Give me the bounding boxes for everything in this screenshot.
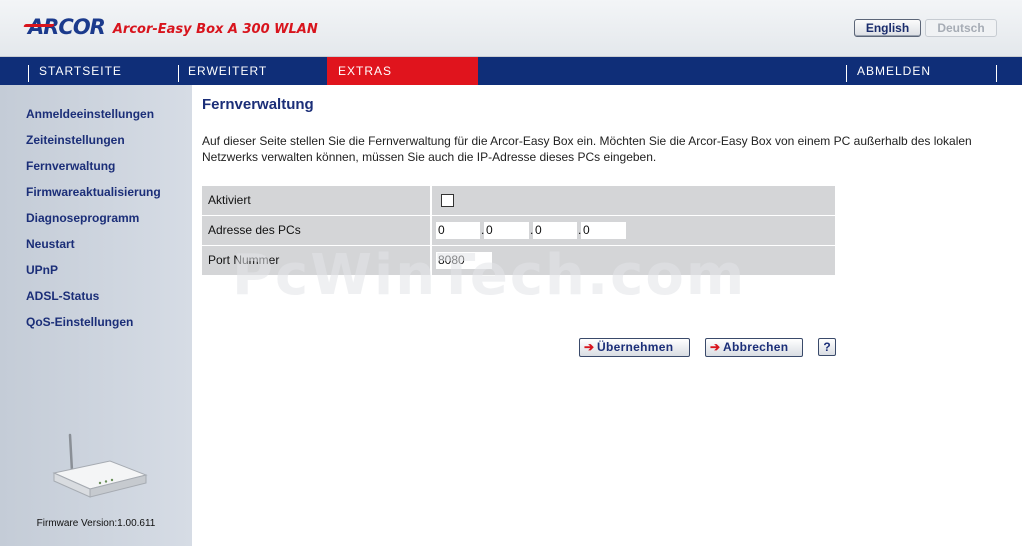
deutsch-button[interactable]: Deutsch bbox=[925, 19, 997, 37]
router-image bbox=[52, 433, 148, 498]
arcor-logo: ARCOR Arcor-Easy Box A 300 WLAN bbox=[23, 15, 318, 39]
nav-abmelden[interactable]: ABMELDEN bbox=[846, 57, 996, 85]
nav-erweitert[interactable]: ERWEITERT bbox=[177, 57, 327, 85]
table-row: Adresse des PCs 0 . 0 . 0 . 0 bbox=[202, 216, 835, 246]
page-description: Auf dieser Seite stellen Sie die Fernver… bbox=[202, 134, 972, 164]
adresse-label: Adresse des PCs bbox=[202, 216, 430, 245]
sidebar-item-firmwareaktualisierung[interactable]: Firmwareaktualisierung bbox=[26, 185, 161, 199]
ip-octet-1-input[interactable]: 0 bbox=[436, 222, 480, 239]
sidebar-item-zeiteinstellungen[interactable]: Zeiteinstellungen bbox=[26, 133, 125, 147]
header: ARCOR Arcor-Easy Box A 300 WLAN English … bbox=[0, 0, 1022, 57]
sidebar-item-neustart[interactable]: Neustart bbox=[26, 237, 75, 251]
sidebar-item-diagnoseprogramm[interactable]: Diagnoseprogramm bbox=[26, 211, 139, 225]
main-content: Fernverwaltung Auf dieser Seite stellen … bbox=[192, 85, 1022, 546]
apply-button-label: Übernehmen bbox=[597, 340, 674, 354]
port-input[interactable]: 8080 bbox=[436, 252, 492, 269]
table-row: Port Nummer 8080 bbox=[202, 246, 835, 276]
sidebar-item-upnp[interactable]: UPnP bbox=[26, 263, 58, 277]
settings-table: Aktiviert Adresse des PCs 0 . 0 . 0 . 0 … bbox=[202, 186, 835, 276]
nav-separator bbox=[996, 65, 997, 82]
product-name: Arcor-Easy Box A 300 WLAN bbox=[112, 21, 318, 37]
ip-octet-2-input[interactable]: 0 bbox=[484, 222, 529, 239]
aktiviert-cell bbox=[432, 186, 835, 215]
english-button[interactable]: English bbox=[854, 19, 921, 37]
main-nav: STARTSEITE ERWEITERT EXTRAS ABMELDEN bbox=[0, 57, 1022, 85]
logo-wordmark: ARCOR bbox=[23, 15, 106, 39]
sidebar-item-anmeldeeinstellungen[interactable]: Anmeldeeinstellungen bbox=[26, 107, 154, 121]
cancel-button[interactable]: ➔ Abbrechen bbox=[705, 338, 803, 357]
aktiviert-label: Aktiviert bbox=[202, 186, 430, 215]
ip-octet-3-input[interactable]: 0 bbox=[533, 222, 577, 239]
arrow-right-icon: ➔ bbox=[710, 340, 721, 354]
sidebar: Anmeldeeinstellungen Zeiteinstellungen F… bbox=[0, 85, 192, 546]
adresse-cell: 0 . 0 . 0 . 0 bbox=[432, 216, 835, 245]
nav-startseite[interactable]: STARTSEITE bbox=[28, 57, 177, 85]
logo-swoosh bbox=[23, 24, 55, 27]
table-row: Aktiviert bbox=[202, 186, 835, 216]
sidebar-item-qos-einstellungen[interactable]: QoS-Einstellungen bbox=[26, 315, 133, 329]
aktiviert-checkbox[interactable] bbox=[441, 194, 454, 207]
firmware-version: Firmware Version:1.00.611 bbox=[36, 518, 156, 529]
arrow-right-icon: ➔ bbox=[584, 340, 595, 354]
nav-extras[interactable]: EXTRAS bbox=[327, 57, 478, 85]
sidebar-item-fernverwaltung[interactable]: Fernverwaltung bbox=[26, 159, 115, 173]
apply-button[interactable]: ➔ Übernehmen bbox=[579, 338, 690, 357]
ip-octet-4-input[interactable]: 0 bbox=[581, 222, 626, 239]
cancel-button-label: Abbrechen bbox=[723, 340, 789, 354]
help-button[interactable]: ? bbox=[818, 338, 836, 356]
sidebar-item-adsl-status[interactable]: ADSL-Status bbox=[26, 289, 99, 303]
page-title: Fernverwaltung bbox=[202, 96, 314, 113]
port-label: Port Nummer bbox=[202, 246, 430, 275]
port-cell: 8080 bbox=[432, 246, 835, 275]
